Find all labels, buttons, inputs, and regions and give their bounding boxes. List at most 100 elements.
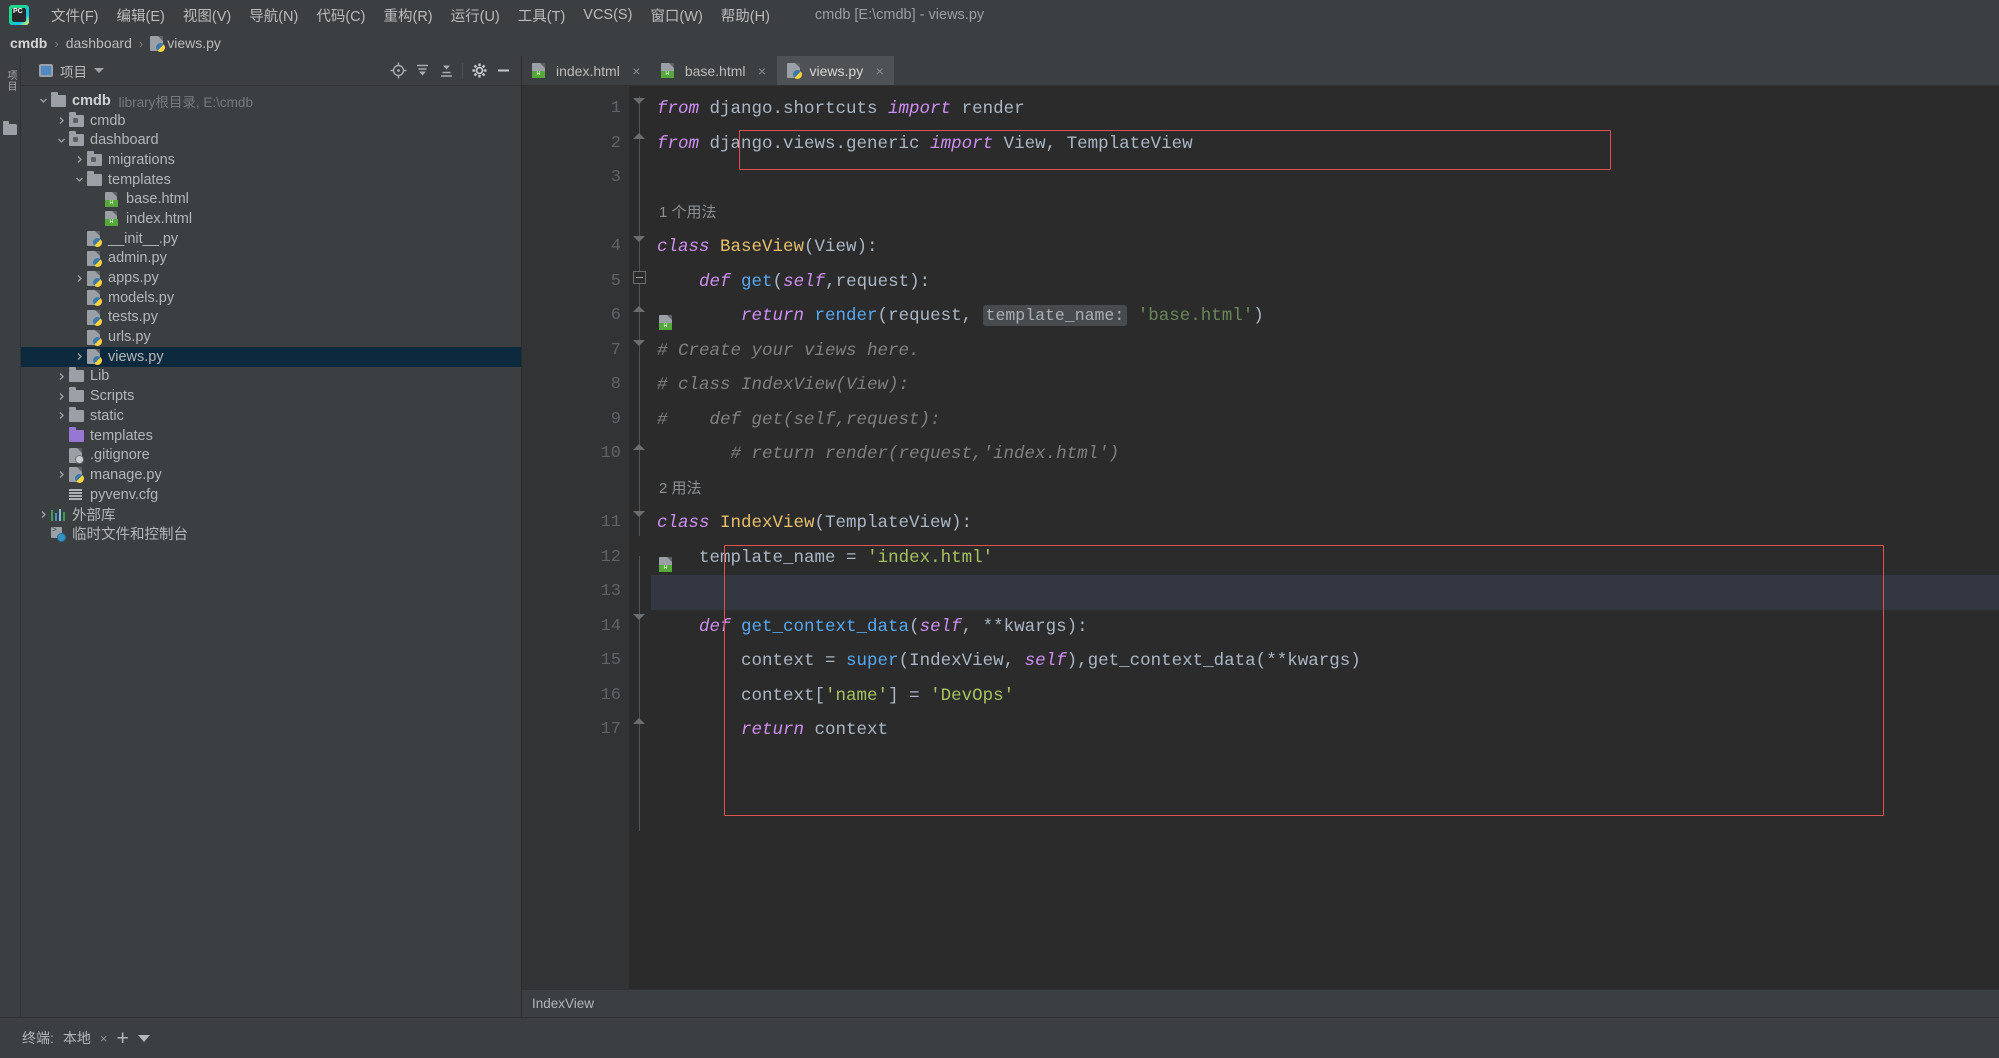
code-line[interactable] (651, 161, 1999, 196)
tree-item-index.html[interactable]: Hindex.html (21, 209, 521, 229)
code-line[interactable]: class BaseView(View): (651, 230, 1999, 265)
tree-item-外部库[interactable]: 外部库 (21, 504, 521, 524)
code-line[interactable] (651, 575, 1999, 610)
terminal-tool-label[interactable]: 终端: (22, 1028, 54, 1048)
menu-file[interactable]: 文件(F) (42, 1, 108, 30)
editor-gutter[interactable]: 1 2 3 4 5 6 H 7 8 9 10 11 12 H 13 14 15 16 17 (522, 86, 672, 989)
code-line[interactable]: context['name'] = 'DevOps' (651, 679, 1999, 714)
code-line[interactable]: return context (651, 713, 1999, 748)
menu-run[interactable]: 运行(U) (442, 1, 509, 30)
tree-item-templates[interactable]: templates (21, 426, 521, 446)
code-token: get_context_data (741, 616, 910, 637)
code-line[interactable]: def get_context_data(self, **kwargs): (651, 610, 1999, 645)
project-icon (39, 64, 53, 77)
tree-expand-arrow-icon[interactable] (35, 510, 51, 519)
add-terminal-icon[interactable]: + (116, 1028, 128, 1049)
tree-item-cmdb[interactable]: cmdb (21, 111, 521, 131)
gutter-inlay-spacer (522, 196, 629, 231)
code-line[interactable]: context = super(IndexView, self),get_con… (651, 644, 1999, 679)
code-line[interactable]: return render(request, template_name: 'b… (651, 299, 1999, 334)
code-line[interactable]: # def get(self,request): (651, 403, 1999, 438)
python-file-icon (87, 290, 102, 307)
python-file-icon (150, 35, 166, 52)
breadcrumb-item-cmdb[interactable]: cmdb (10, 35, 47, 51)
tree-item-static[interactable]: static (21, 406, 521, 426)
tree-item-base.html[interactable]: Hbase.html (21, 189, 521, 209)
usage-inlay-hint[interactable]: 2 用法 (651, 472, 1999, 507)
menu-code[interactable]: 代码(C) (307, 1, 374, 30)
tree-item-admin.py[interactable]: admin.py (21, 249, 521, 269)
menu-edit[interactable]: 编辑(E) (108, 1, 174, 30)
code-content[interactable]: from django.shortcuts import render from … (651, 86, 1999, 989)
close-icon[interactable]: × (873, 63, 886, 79)
editor-tab-views-py[interactable]: views.py × (776, 56, 895, 85)
tree-item-临时文件和控制台[interactable]: 临时文件和控制台 (21, 524, 521, 544)
tree-expand-arrow-icon[interactable] (53, 392, 69, 401)
tree-item-scripts[interactable]: Scripts (21, 386, 521, 406)
tree-item-pyvenv.cfg[interactable]: pyvenv.cfg (21, 485, 521, 505)
tree-expand-arrow-icon[interactable] (53, 372, 69, 381)
tree-expand-arrow-icon[interactable] (53, 411, 69, 420)
breadcrumb-item-viewspy[interactable]: views.py (167, 35, 221, 51)
code-line[interactable]: from django.views.generic import View, T… (651, 127, 1999, 162)
code-line[interactable]: def get(self,request): (651, 265, 1999, 300)
code-line[interactable]: template_name = 'index.html' (651, 541, 1999, 576)
code-token: (TemplateView): (814, 513, 973, 533)
collapse-all-icon[interactable] (434, 59, 458, 83)
folder-icon[interactable] (3, 121, 17, 136)
settings-gear-icon[interactable] (467, 59, 491, 83)
tree-item-__init__.py[interactable]: __init__.py (21, 229, 521, 249)
tree-item-views.py[interactable]: views.py (21, 346, 521, 367)
menu-navigate[interactable]: 导航(N) (240, 1, 307, 30)
tree-item-apps.py[interactable]: apps.py (21, 268, 521, 288)
tree-item-models.py[interactable]: models.py (21, 288, 521, 308)
code-editor[interactable]: 1 2 3 4 5 6 H 7 8 9 10 11 12 H 13 14 15 16 17 from django.… (522, 86, 1999, 989)
breadcrumb-item-dashboard[interactable]: dashboard (66, 35, 132, 51)
tree-expand-arrow-icon[interactable] (71, 155, 87, 164)
tree-item-cmdb[interactable]: cmdb library根目录, E:\cmdb (21, 91, 521, 111)
code-line[interactable]: # return render(request,'index.html') (651, 437, 1999, 472)
code-line[interactable]: class IndexView(TemplateView): (651, 506, 1999, 541)
tree-item-tests.py[interactable]: tests.py (21, 308, 521, 328)
usage-inlay-hint[interactable]: 1 个用法 (651, 196, 1999, 231)
tree-item-templates[interactable]: templates (21, 170, 521, 190)
hide-panel-icon[interactable] (491, 59, 515, 83)
tree-item-urls.py[interactable]: urls.py (21, 327, 521, 347)
menu-view[interactable]: 视图(V) (174, 1, 240, 30)
close-icon[interactable]: × (756, 63, 769, 79)
menu-help[interactable]: 帮助(H) (712, 1, 779, 30)
close-icon[interactable]: × (630, 63, 643, 79)
tree-item-manage.py[interactable]: manage.py (21, 465, 521, 485)
tree-expand-arrow-icon[interactable] (71, 352, 87, 361)
close-icon[interactable]: × (100, 1031, 108, 1046)
code-line[interactable]: # Create your views here. (651, 334, 1999, 369)
tree-item-migrations[interactable]: migrations (21, 150, 521, 170)
tree-item-dashboard[interactable]: dashboard (21, 130, 521, 150)
code-line[interactable]: from django.shortcuts import render (651, 92, 1999, 127)
left-tool-strip: 项目 (0, 56, 21, 1017)
tree-item-lib[interactable]: Lib (21, 367, 521, 387)
code-line[interactable]: # class IndexView(View): (651, 368, 1999, 403)
menu-refactor[interactable]: 重构(R) (374, 1, 441, 30)
tree-expand-arrow-icon[interactable] (53, 136, 69, 145)
expand-all-icon[interactable] (410, 59, 434, 83)
tree-expand-arrow-icon[interactable] (71, 175, 87, 184)
project-tree[interactable]: cmdb library根目录, E:\cmdb cmdb dashboard migr… (21, 86, 521, 1017)
menu-vcs[interactable]: VCS(S) (574, 3, 641, 27)
terminal-session-label[interactable]: 本地 (63, 1028, 91, 1048)
chevron-down-icon[interactable] (137, 1034, 150, 1042)
locate-icon[interactable] (386, 59, 410, 83)
editor-tab-index-html[interactable]: Hindex.html × (522, 56, 651, 85)
code-token: , (961, 306, 983, 326)
editor-tab-base-html[interactable]: Hbase.html × (651, 56, 777, 85)
menu-window[interactable]: 窗口(W) (641, 1, 711, 30)
tree-expand-arrow-icon[interactable] (35, 96, 51, 105)
tree-expand-arrow-icon[interactable] (71, 274, 87, 283)
tree-item-.gitignore[interactable]: .gitignore (21, 445, 521, 465)
chevron-down-icon[interactable] (94, 68, 104, 73)
menu-tools[interactable]: 工具(T) (509, 1, 575, 30)
tree-expand-arrow-icon[interactable] (53, 470, 69, 479)
tool-window-button-project[interactable]: 项目 (2, 70, 18, 92)
code-folding-column[interactable] (629, 86, 651, 989)
tree-expand-arrow-icon[interactable] (53, 116, 69, 125)
